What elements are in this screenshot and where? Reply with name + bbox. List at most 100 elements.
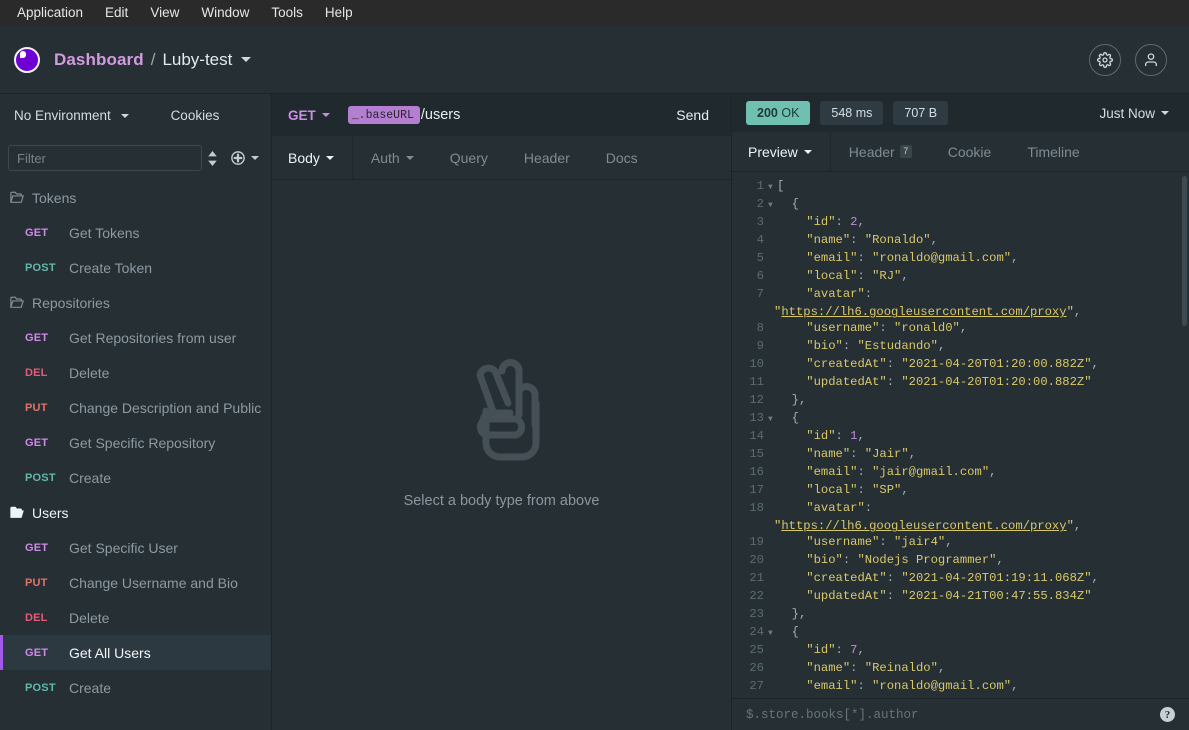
history-caret-icon: [1161, 111, 1169, 116]
request-body-empty-state: Select a body type from above: [272, 180, 731, 730]
response-history-selector[interactable]: Just Now: [1099, 106, 1169, 121]
tab-label: Timeline: [1027, 143, 1080, 160]
menu-item-edit[interactable]: Edit: [94, 1, 139, 25]
response-pane: 200 OK 548 ms 707 B Just Now Preview Head…: [732, 94, 1189, 730]
tab-body[interactable]: Body: [272, 136, 353, 179]
code-fold-toggle-icon[interactable]: ▼: [768, 412, 777, 428]
request-item-create-token[interactable]: POST Create Token: [0, 250, 271, 285]
request-name: Create: [69, 679, 112, 696]
response-scrollbar[interactable]: [1182, 176, 1187, 327]
code-link[interactable]: https://lh6.googleusercontent.com/proxy: [781, 305, 1066, 319]
code-line: 25 · "id": 7,: [738, 642, 1189, 660]
method-caret-icon: [321, 113, 330, 117]
http-method-selector[interactable]: GET: [288, 108, 330, 123]
code-line: 6 · "local": "RJ",: [738, 268, 1189, 286]
tab-auth[interactable]: Auth: [353, 136, 432, 179]
request-item-get-repositories-from-user[interactable]: GET Get Repositories from user: [0, 320, 271, 355]
code-line: 24 ▼ {: [738, 624, 1189, 642]
code-token: :: [857, 483, 873, 498]
code-link[interactable]: https://lh6.googleusercontent.com/proxy: [781, 519, 1066, 533]
add-request-button[interactable]: [231, 145, 259, 171]
request-item-get-all-users[interactable]: GET Get All Users: [0, 635, 271, 670]
code-token: ,: [959, 321, 968, 336]
tab-query[interactable]: Query: [432, 136, 506, 179]
code-fold-spacer: ·: [768, 644, 777, 660]
request-item-get-tokens[interactable]: GET Get Tokens: [0, 215, 271, 250]
breadcrumb-workspace-name[interactable]: Luby-test: [162, 50, 232, 70]
request-method-badge: POST: [25, 471, 56, 484]
menu-item-help[interactable]: Help: [314, 1, 364, 25]
gear-icon: [1097, 51, 1113, 68]
code-fold-spacer: ·: [768, 216, 777, 232]
menu-item-tools[interactable]: Tools: [260, 1, 314, 25]
tab-docs[interactable]: Docs: [588, 136, 656, 179]
environment-row: No Environment Cookies: [0, 94, 271, 136]
request-item-delete[interactable]: DEL Delete: [0, 600, 271, 635]
tab-header[interactable]: Header: [506, 136, 588, 179]
folder-users[interactable]: Users: [0, 495, 271, 530]
code-line-number: 8: [756, 321, 764, 336]
request-name: Change Description and Public: [69, 399, 262, 416]
filter-input[interactable]: [8, 145, 202, 171]
code-token: ,: [1073, 519, 1082, 534]
code-token: :: [864, 501, 873, 516]
tab-header[interactable]: Header 7: [831, 132, 930, 171]
request-method-badge: GET: [25, 541, 49, 554]
sort-button[interactable]: [202, 145, 223, 171]
response-size-badge[interactable]: 707 B: [893, 101, 949, 126]
code-token: ,: [901, 483, 909, 498]
breadcrumb-dashboard-link[interactable]: Dashboard: [54, 50, 144, 70]
menu-item-window[interactable]: Window: [190, 1, 260, 25]
menu-item-view[interactable]: View: [139, 1, 190, 25]
menu-item-application[interactable]: Application: [6, 1, 94, 25]
response-body-viewer[interactable]: 1▼[2▼ {3· "id": 2,4· "name": "Ronaldo",5…: [732, 172, 1189, 698]
tab-label: Header: [523, 149, 570, 166]
environment-selector[interactable]: No Environment: [14, 108, 129, 123]
tab-timeline[interactable]: Timeline: [1009, 132, 1097, 171]
tab-preview[interactable]: Preview: [732, 132, 831, 172]
code-token: "bio": [806, 339, 843, 354]
code-fold-spacer: ·: [768, 288, 777, 304]
request-item-delete[interactable]: DEL Delete: [0, 355, 271, 390]
code-token: ,: [1091, 357, 1099, 372]
code-fold-toggle-icon[interactable]: ▼: [768, 626, 777, 642]
request-item-get-specific-repository[interactable]: GET Get Specific Repository: [0, 425, 271, 460]
request-item-change-username-and-bio[interactable]: PUT Change Username and Bio: [0, 565, 271, 600]
help-button[interactable]: ?: [1160, 707, 1175, 722]
code-token: ,: [989, 465, 997, 480]
request-item-change-description-and-public[interactable]: PUT Change Description and Public: [0, 390, 271, 425]
response-time-badge[interactable]: 548 ms: [820, 101, 884, 126]
breadcrumb: Dashboard / Luby-test: [54, 50, 252, 70]
code-fold-toggle-icon[interactable]: ▼: [768, 180, 777, 196]
code-line-number: 15: [749, 447, 764, 462]
tab-cookie[interactable]: Cookie: [930, 132, 1010, 171]
code-token: "id": [806, 643, 836, 658]
code-token: ,: [1011, 251, 1019, 266]
code-token: :: [886, 571, 902, 586]
send-button[interactable]: Send: [654, 94, 731, 136]
code-line-number: 24: [749, 625, 764, 640]
status-badge[interactable]: 200 OK: [746, 101, 811, 126]
request-method-badge: GET: [25, 226, 49, 239]
jsonpath-input[interactable]: [746, 707, 1160, 722]
request-item-create[interactable]: POST Create: [0, 460, 271, 495]
workspace-dropdown-caret-icon[interactable]: [241, 57, 252, 62]
settings-button[interactable]: [1089, 43, 1121, 76]
folder-repositories[interactable]: Repositories: [0, 285, 271, 320]
url-input[interactable]: _.baseURL /users: [347, 106, 655, 124]
request-item-get-specific-user[interactable]: GET Get Specific User: [0, 530, 271, 565]
request-name: Get All Users: [69, 644, 151, 661]
code-fold-toggle-icon[interactable]: ▼: [768, 198, 777, 214]
cookies-button[interactable]: Cookies: [171, 108, 220, 123]
url-template-tag[interactable]: _.baseURL: [347, 106, 420, 124]
request-item-create[interactable]: POST Create: [0, 670, 271, 705]
code-line-number: 2: [756, 197, 764, 212]
account-button[interactable]: [1135, 43, 1167, 76]
folder-tokens[interactable]: Tokens: [0, 180, 271, 215]
request-method-badge: GET: [25, 436, 49, 449]
code-line-number: 21: [749, 571, 764, 586]
